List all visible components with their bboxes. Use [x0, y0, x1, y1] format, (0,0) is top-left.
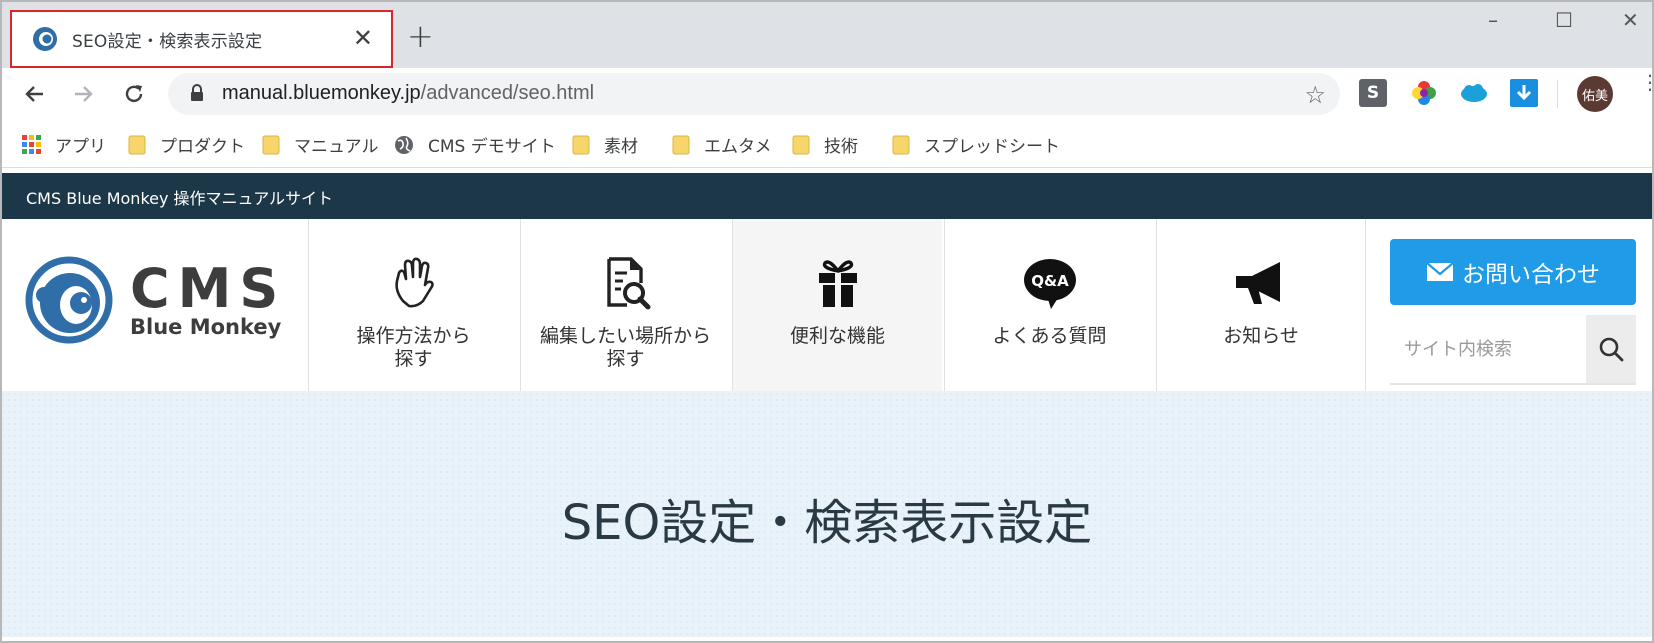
- monkey-logo-icon: [25, 256, 113, 344]
- folder-icon: [892, 135, 910, 154]
- contact-button[interactable]: お問い合わせ: [1390, 239, 1636, 305]
- nav-label-line: 編集したい場所から: [539, 325, 711, 347]
- contact-button-label: お問い合わせ: [1462, 262, 1600, 288]
- qa-bubble-icon: Q&A: [1022, 255, 1078, 311]
- url-path: /advanced/seo.html: [420, 82, 595, 104]
- mail-icon: [1426, 262, 1454, 281]
- megaphone-icon: [1234, 255, 1288, 311]
- forward-arrow-icon: [75, 86, 93, 102]
- nav-label: 便利な機能: [790, 325, 885, 348]
- bookmark-folder-spreadsheet[interactable]: スプレッドシート: [892, 132, 1060, 157]
- nav-label: お知らせ: [1223, 325, 1299, 348]
- download-arrow-icon: [1516, 85, 1532, 101]
- s-extension-icon[interactable]: S: [1359, 79, 1387, 107]
- nav-label: 編集したい場所から 探す: [540, 325, 711, 371]
- gift-icon: [815, 255, 861, 311]
- bookmark-label: 素材: [604, 137, 638, 157]
- new-tab-button[interactable]: +: [407, 20, 434, 52]
- nav-label-line: 探す: [394, 348, 433, 370]
- color-wheel-icon: [1412, 81, 1436, 105]
- search-button[interactable]: [1586, 315, 1636, 383]
- nav-item-by-operation[interactable]: 操作方法から 探す: [308, 219, 518, 391]
- bookmark-label: マニュアル: [294, 137, 379, 157]
- globe-icon: [395, 135, 413, 154]
- bookmark-cms-demo[interactable]: CMS デモサイト: [394, 132, 556, 157]
- logo-sub-text: Blue Monkey: [130, 315, 282, 339]
- nav-label-line: 便利な機能: [789, 325, 885, 347]
- maximize-window-icon[interactable]: ☐: [1555, 8, 1573, 32]
- document-search-icon: [601, 255, 651, 311]
- site-logo[interactable]: CMS Blue Monkey: [24, 255, 286, 345]
- toolbar-divider: [1557, 80, 1558, 108]
- tab-strip: SEO設定・検索表示設定 ✕ + – ☐ ✕: [0, 0, 1654, 68]
- salesforce-icon[interactable]: [1460, 79, 1488, 107]
- close-window-icon[interactable]: ✕: [1622, 8, 1639, 32]
- bookmark-star-icon[interactable]: ☆: [1304, 81, 1326, 109]
- bookmark-label: プロダクト: [160, 137, 245, 157]
- page-hero: SEO設定・検索表示設定: [0, 391, 1654, 637]
- site-topbar: CMS Blue Monkey 操作マニュアルサイト: [0, 173, 1654, 219]
- qa-icon-text: Q&A: [1031, 272, 1069, 290]
- site-tagline: CMS Blue Monkey 操作マニュアルサイト: [26, 189, 334, 208]
- url-text: manual.bluemonkey.jp/advanced/seo.html: [222, 82, 594, 105]
- nav-label: よくある質問: [992, 325, 1106, 348]
- browser-toolbar: manual.bluemonkey.jp/advanced/seo.html ☆…: [0, 68, 1654, 120]
- bookmark-apps[interactable]: アプリ: [22, 132, 106, 157]
- bookmarks-bar: アプリ プロダクト マニュアル CMS デモサイト 素材 エムタメ 技術 スプレ…: [0, 120, 1654, 168]
- forward-button[interactable]: [68, 78, 100, 110]
- profile-avatar[interactable]: 佑美: [1577, 76, 1613, 112]
- apps-grid-icon: [22, 135, 41, 154]
- folder-icon: [672, 135, 690, 154]
- reload-button[interactable]: [118, 78, 150, 110]
- nav-label-line: 操作方法から: [356, 325, 471, 347]
- bookmark-folder-tech[interactable]: 技術: [792, 132, 858, 157]
- minimize-window-icon[interactable]: –: [1488, 8, 1498, 32]
- bookmark-label: アプリ: [55, 137, 106, 157]
- bookmark-folder-product[interactable]: プロダクト: [128, 132, 245, 157]
- bookmark-folder-manual[interactable]: マニュアル: [262, 132, 379, 157]
- nav-label: 操作方法から 探す: [356, 325, 470, 371]
- nav-label-line: 探す: [606, 348, 645, 370]
- search-icon: [1599, 337, 1624, 362]
- nav-item-useful-features[interactable]: 便利な機能: [732, 219, 942, 391]
- folder-icon: [262, 135, 280, 154]
- site-search: [1390, 315, 1636, 385]
- logo-text: CMS Blue Monkey: [130, 257, 287, 339]
- bookmark-label: スプレッドシート: [924, 137, 1060, 157]
- bookmark-folder-materials[interactable]: 素材: [572, 132, 638, 157]
- folder-icon: [128, 135, 146, 154]
- lock-icon: [191, 84, 203, 101]
- download-icon[interactable]: [1510, 79, 1538, 107]
- bookmark-label: エムタメ: [704, 137, 772, 157]
- address-bar[interactable]: manual.bluemonkey.jp/advanced/seo.html ☆: [168, 73, 1340, 115]
- active-tab[interactable]: SEO設定・検索表示設定 ✕: [10, 10, 393, 68]
- browser-menu-icon[interactable]: ⋮: [1640, 72, 1654, 92]
- bookmark-label: 技術: [824, 137, 858, 157]
- nav-label-line: よくある質問: [992, 325, 1107, 347]
- bookmark-label: CMS デモサイト: [428, 137, 556, 157]
- nav-item-by-location[interactable]: 編集したい場所から 探す: [520, 219, 730, 391]
- nav-item-faq[interactable]: Q&A よくある質問: [944, 219, 1154, 391]
- nav-item-news[interactable]: お知らせ: [1156, 219, 1366, 391]
- bookmark-folder-emutame[interactable]: エムタメ: [672, 132, 772, 157]
- color-picker-icon[interactable]: [1410, 79, 1438, 107]
- blue-monkey-favicon-icon: [33, 27, 57, 51]
- nav-label-line: お知らせ: [1223, 325, 1299, 347]
- tab-title: SEO設定・検索表示設定: [72, 31, 263, 52]
- hand-icon: [389, 255, 439, 311]
- reload-icon: [125, 85, 143, 103]
- site-header: CMS Blue Monkey 操作方法から 探す 編集したい場所から 探す 便…: [0, 219, 1654, 391]
- site-search-input[interactable]: [1390, 315, 1586, 383]
- page-title: SEO設定・検索表示設定: [561, 495, 1093, 551]
- url-host: manual.bluemonkey.jp: [222, 82, 421, 104]
- folder-icon: [792, 135, 810, 154]
- folder-icon: [572, 135, 590, 154]
- back-button[interactable]: [18, 78, 50, 110]
- tab-close-icon[interactable]: ✕: [353, 25, 373, 51]
- back-arrow-icon: [25, 86, 43, 102]
- cloud-icon: [1461, 84, 1487, 102]
- logo-main-text: CMS: [130, 257, 287, 320]
